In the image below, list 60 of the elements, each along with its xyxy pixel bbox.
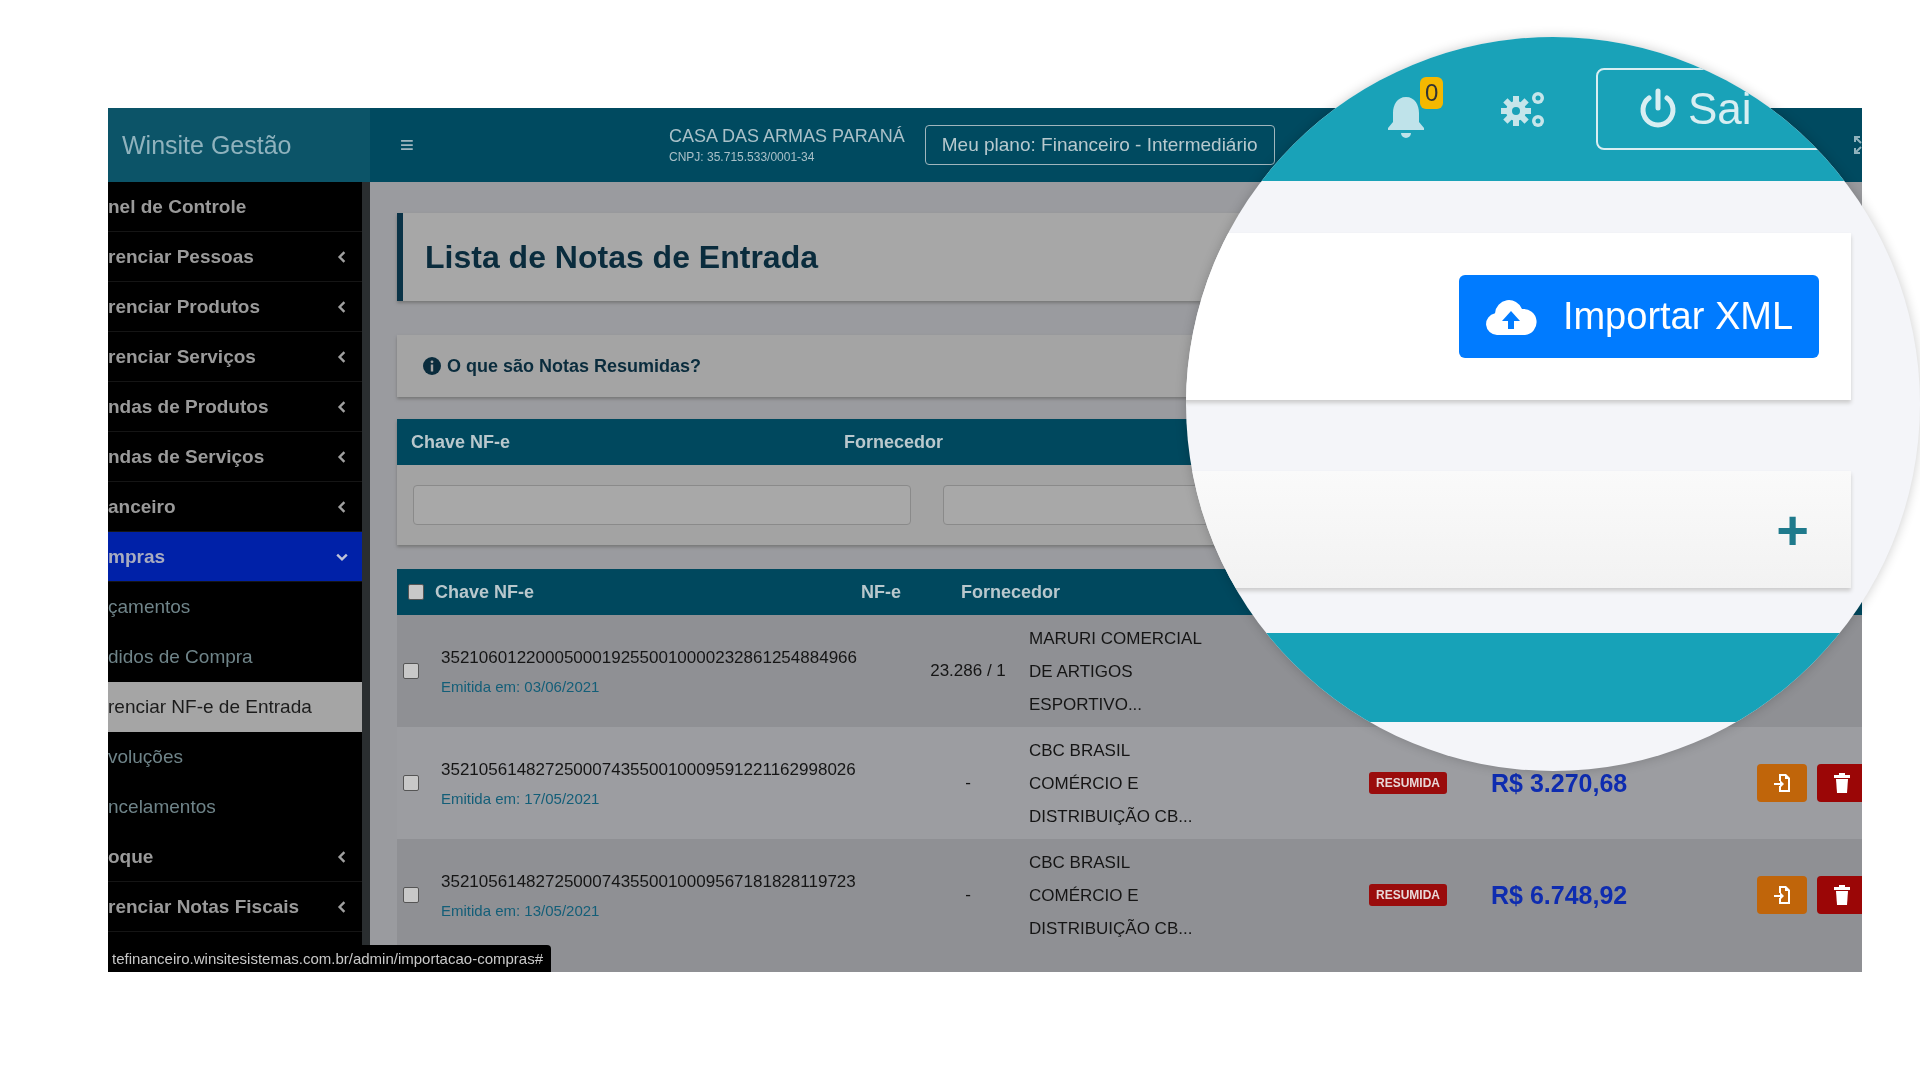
sidebar-item[interactable]: nel de Controle (108, 182, 362, 232)
sidebar-subitem[interactable]: renciar NF-e de Entrada (108, 682, 362, 732)
trash-icon (1834, 773, 1850, 793)
select-all-checkbox[interactable] (408, 584, 424, 600)
supplier-name: CBC BRASIL COMÉRCIO E DISTRIBUIÇÃO CB... (1028, 739, 1194, 828)
sidebar-item[interactable]: ndas de Serviços (108, 432, 362, 482)
sidebar-item[interactable]: oque (108, 832, 362, 882)
invoice-number: 23.286 / 1 (929, 661, 1007, 681)
menu-button[interactable]: ≡ (400, 131, 414, 159)
filter-label: Chave NF-e (410, 431, 512, 453)
row-checkbox[interactable] (403, 775, 419, 791)
access-key: 35210561482725000743550010009567181828119723 (441, 871, 921, 892)
filter-input[interactable] (413, 485, 911, 525)
expand-button[interactable]: + (1776, 501, 1809, 558)
power-icon (1638, 88, 1678, 130)
invoice-number: - (964, 885, 972, 905)
delete-button[interactable] (1817, 876, 1862, 914)
info-link[interactable]: O que são Notas Resumidas? (447, 355, 702, 377)
column-header: Chave NF-e (435, 581, 536, 603)
row-checkbox[interactable] (403, 887, 419, 903)
column-header: NF-e (860, 581, 902, 603)
supplier-name: MARURI COMERCIAL DE ARTIGOS ESPORTIVO... (1028, 627, 1203, 716)
sidebar-subitem[interactable]: ncelamentos (108, 782, 362, 832)
access-key: 35210601220005000192550010000232861254884966 (441, 647, 921, 668)
status-badge: RESUMIDA (1369, 772, 1447, 794)
sidebar-item[interactable]: renciar Pessoas (108, 232, 362, 282)
filter-label: Fornecedor (844, 431, 945, 453)
issue-date: Emitida em: 13/05/2021 (441, 901, 601, 919)
status-badge: RESUMIDA (1369, 884, 1447, 906)
page-title: Lista de Notas de Entrada (425, 238, 818, 276)
company-cnpj: CNPJ: 35.715.533/0001-34 (669, 150, 816, 164)
sidebar-item[interactable]: renciar Notas Fiscais (108, 882, 362, 932)
issue-date: Emitida em: 17/05/2021 (441, 789, 601, 807)
trash-icon (1834, 885, 1850, 905)
sidebar-item[interactable]: ndas de Produtos (108, 382, 362, 432)
cloud-upload-icon (1484, 297, 1537, 336)
company-name: CASA DAS ARMAS PARANÁ (669, 126, 905, 147)
sidebar-item[interactable]: mpras (108, 532, 362, 582)
sidebar-item[interactable]: renciar Serviços (108, 332, 362, 382)
issue-date: Emitida em: 03/06/2021 (441, 677, 601, 695)
invoice-value: R$ 3.270,68 (1491, 768, 1629, 798)
supplier-name: CBC BRASIL COMÉRCIO E DISTRIBUIÇÃO CB... (1028, 851, 1194, 940)
info-icon (423, 357, 441, 375)
sidebar-item[interactable]: renciar Produtos (108, 282, 362, 332)
import-button[interactable] (1757, 764, 1807, 802)
app-name: Winsite Gestão (122, 130, 292, 160)
notification-badge: 0 (1420, 77, 1444, 109)
sidebar-subitem[interactable]: voluções (108, 732, 362, 782)
sidebar-subitem[interactable]: didos de Compra (108, 632, 362, 682)
invoice-number: - (964, 773, 972, 793)
file-import-icon (1773, 885, 1791, 905)
row-checkbox[interactable] (403, 663, 419, 679)
file-import-icon (1773, 773, 1791, 793)
column-header: Fornecedor (960, 581, 1062, 603)
invoice-value: R$ 6.748,92 (1491, 880, 1629, 910)
delete-button[interactable] (1817, 764, 1862, 802)
access-key: 35210561482725000743550010009591221162998026 (441, 759, 921, 780)
import-button[interactable] (1757, 876, 1807, 914)
import-xml-button[interactable]: Importar XML (1459, 275, 1819, 358)
sidebar-subitem[interactable]: çamentos (108, 582, 362, 632)
